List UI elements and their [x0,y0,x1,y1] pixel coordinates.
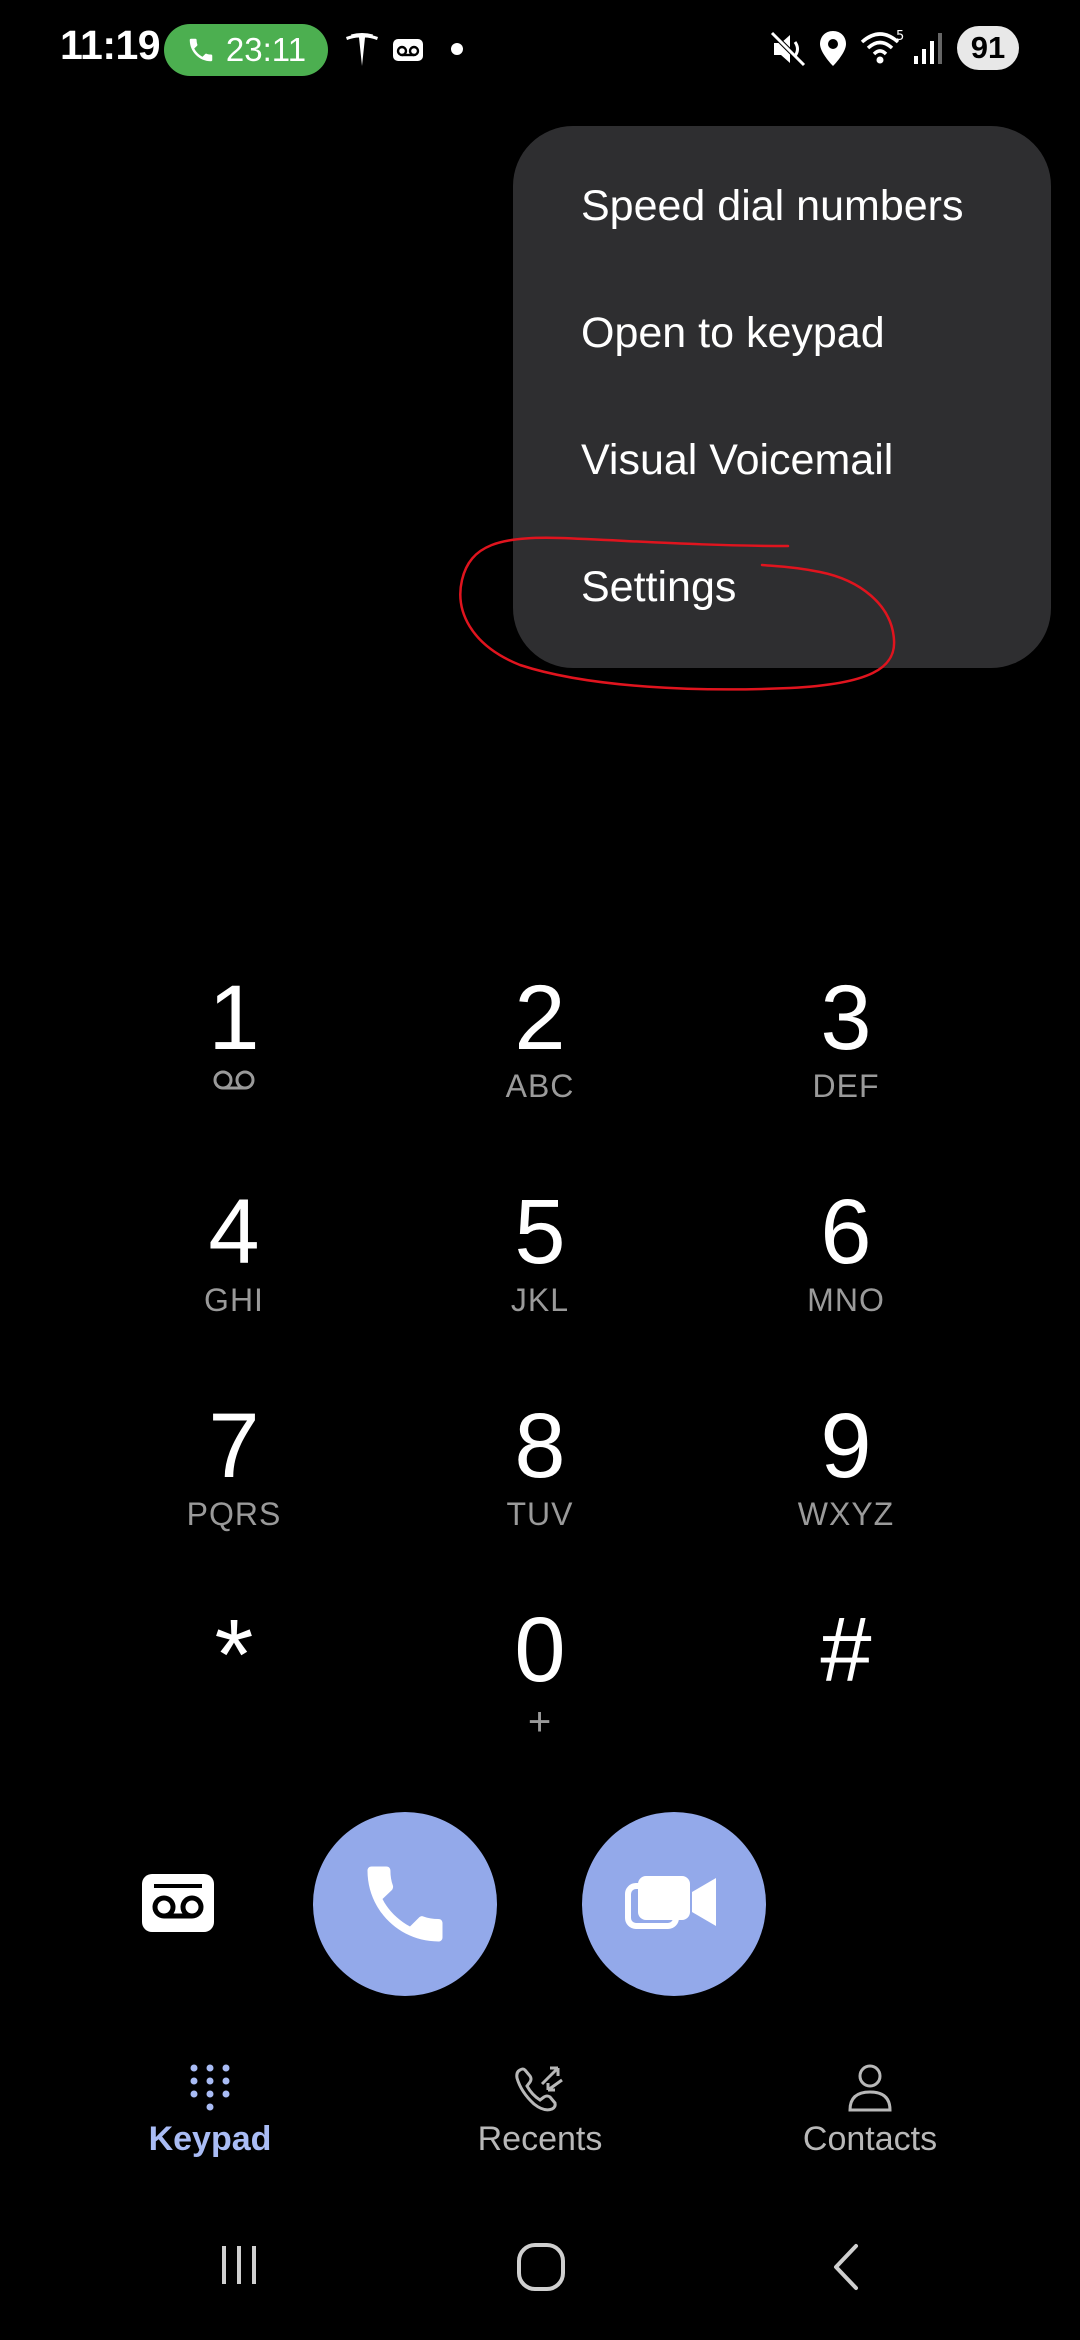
key-digit: 7 [208,1395,260,1497]
tab-recents[interactable]: Recents [430,2062,650,2159]
key-0[interactable]: 0 + [410,1600,670,1770]
key-6[interactable]: 6 MNO [716,1182,976,1352]
contacts-person-icon [848,2064,892,2112]
key-digit: # [820,1599,872,1701]
call-timer: 23:11 [225,31,307,68]
signal-icon [914,33,942,64]
key-digit: 0 [514,1599,566,1701]
menu-item-settings[interactable]: Settings [581,563,736,612]
menu-item-open-to-keypad[interactable]: Open to keypad [581,309,885,358]
key-letters: ABC [505,1068,575,1104]
key-8[interactable]: 8 TUV [410,1396,670,1566]
wifi-icon: 5 [860,29,904,64]
key-letters: WXYZ [797,1496,895,1532]
tab-contacts[interactable]: Contacts [760,2062,980,2159]
key-letters: TUV [506,1496,574,1532]
key-digit: 6 [820,1181,872,1283]
key-2[interactable]: 2 ABC [410,968,670,1138]
battery-indicator: 91 [957,26,1019,70]
video-call-button[interactable] [582,1812,766,1996]
keypad-dots-icon [190,2064,230,2111]
key-digit: 9 [820,1395,872,1497]
voicemail-notification-icon [393,39,423,61]
key-digit: 8 [514,1395,566,1497]
key-letters: DEF [812,1068,880,1104]
home-icon[interactable] [514,2240,568,2294]
key-letters: MNO [807,1282,885,1318]
voicemail-button-icon[interactable] [140,1872,216,1934]
key-digit: 3 [820,967,872,1069]
overflow-menu: Speed dial numbers Open to keypad Visual… [513,126,1051,668]
tesla-app-icon [346,33,378,66]
ongoing-call-chip[interactable]: 23:11 [164,24,328,76]
key-star[interactable]: * [104,1600,364,1770]
key-digit: 1 [208,967,260,1069]
location-icon [820,31,846,66]
wifi-band-label: 5 [896,29,904,44]
status-bar: 11:19 23:11 5 91 [0,0,1080,100]
call-button[interactable] [313,1812,497,1996]
tab-label: Keypad [148,2120,272,2158]
key-5[interactable]: 5 JKL [410,1182,670,1352]
menu-item-speed-dial[interactable]: Speed dial numbers [581,182,963,231]
key-9[interactable]: 9 WXYZ [716,1396,976,1566]
back-icon[interactable] [826,2240,866,2294]
voicemail-icon [213,1070,255,1090]
key-digit: 4 [208,1181,260,1283]
key-7[interactable]: 7 PQRS [104,1396,364,1566]
key-digit: 2 [514,967,566,1069]
menu-item-visual-voicemail[interactable]: Visual Voicemail [581,436,893,485]
key-letters: GHI [204,1282,264,1318]
recents-icon [515,2066,563,2112]
tab-keypad[interactable]: Keypad [100,2062,320,2159]
key-hash[interactable]: # [716,1600,976,1770]
key-4[interactable]: 4 GHI [104,1182,364,1352]
key-letters: PQRS [186,1496,282,1532]
key-digit: 5 [514,1181,566,1283]
key-1[interactable]: 1 [104,968,364,1138]
recent-apps-icon[interactable] [214,2240,264,2290]
phone-icon [367,1866,443,1942]
key-digit: * [214,1599,254,1711]
key-letters: JKL [510,1282,570,1318]
tab-label: Contacts [802,2120,938,2158]
video-camera-icon [625,1876,716,1929]
more-notifications-icon [451,43,463,55]
status-time: 11:19 [60,22,161,68]
key-3[interactable]: 3 DEF [716,968,976,1138]
mute-icon [770,31,806,67]
tab-label: Recents [477,2120,603,2158]
key-letters: + [527,1700,553,1744]
phone-icon [189,38,213,62]
